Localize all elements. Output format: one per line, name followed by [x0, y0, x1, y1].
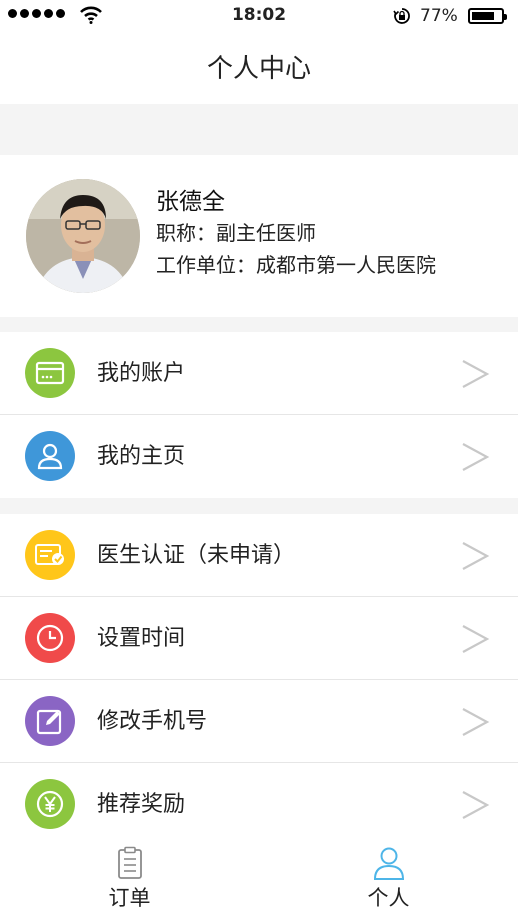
chevron-right-icon [462, 542, 490, 570]
page-title: 个人中心 [206, 54, 311, 84]
chevron-right-icon [462, 443, 490, 471]
doctor-portrait-image [26, 179, 140, 293]
menu-item-label: 设置时间 [97, 626, 186, 651]
menu-item-my-account[interactable]: 我的账户 [0, 332, 518, 415]
chevron-right-icon [462, 360, 490, 388]
chevron-right-icon [462, 791, 490, 819]
menu-item-label: 我的主页 [97, 444, 186, 469]
tab-orders[interactable]: 订单 [0, 838, 259, 920]
avatar[interactable] [26, 179, 140, 293]
navigation-bar: 个人中心 [0, 34, 518, 104]
order-list-icon [117, 846, 142, 879]
menu-group-account: 我的账户 我的主页 [0, 332, 518, 498]
yen-coin-icon [25, 779, 75, 829]
certificate-icon [25, 530, 75, 580]
status-bar: 18:02 77% [0, 0, 518, 34]
tab-label: 个人 [367, 886, 410, 910]
menu-item-label: 推荐奖励 [97, 792, 186, 817]
menu-item-referral-reward[interactable]: 推荐奖励 [0, 763, 518, 846]
person-icon [373, 847, 404, 880]
menu-item-my-homepage[interactable]: 我的主页 [0, 415, 518, 498]
battery-level-fill [472, 12, 494, 20]
clock-icon [25, 613, 75, 663]
rotation-lock-icon [393, 8, 410, 24]
chevron-right-icon [462, 708, 490, 736]
menu-item-set-time[interactable]: 设置时间 [0, 597, 518, 680]
chevron-right-icon [462, 625, 490, 653]
menu-item-change-phone[interactable]: 修改手机号 [0, 680, 518, 763]
menu-item-label: 修改手机号 [97, 709, 208, 734]
edit-icon [25, 696, 75, 746]
battery-icon [468, 8, 507, 24]
tab-bar: 订单 个人 [0, 838, 518, 920]
doctor-name: 张德全 [156, 189, 225, 215]
user-icon [25, 431, 75, 481]
battery-percent: 77% [420, 6, 458, 26]
tab-label: 订单 [108, 886, 151, 910]
menu-item-doctor-certification[interactable]: 医生认证（未申请） [0, 514, 518, 597]
menu-item-label: 我的账户 [97, 361, 186, 386]
profile-card[interactable]: 张德全 职称：副主任医师 工作单位：成都市第一人民医院 [0, 155, 518, 317]
doctor-title: 职称：副主任医师 [156, 221, 316, 245]
menu-item-label: 医生认证（未申请） [97, 543, 296, 568]
menu-group-settings: 医生认证（未申请） 设置时间 修改手机号 推荐奖励 [0, 514, 518, 846]
tab-profile[interactable]: 个人 [259, 838, 518, 920]
wallet-card-icon [25, 348, 75, 398]
doctor-workplace: 工作单位：成都市第一人民医院 [156, 253, 436, 277]
